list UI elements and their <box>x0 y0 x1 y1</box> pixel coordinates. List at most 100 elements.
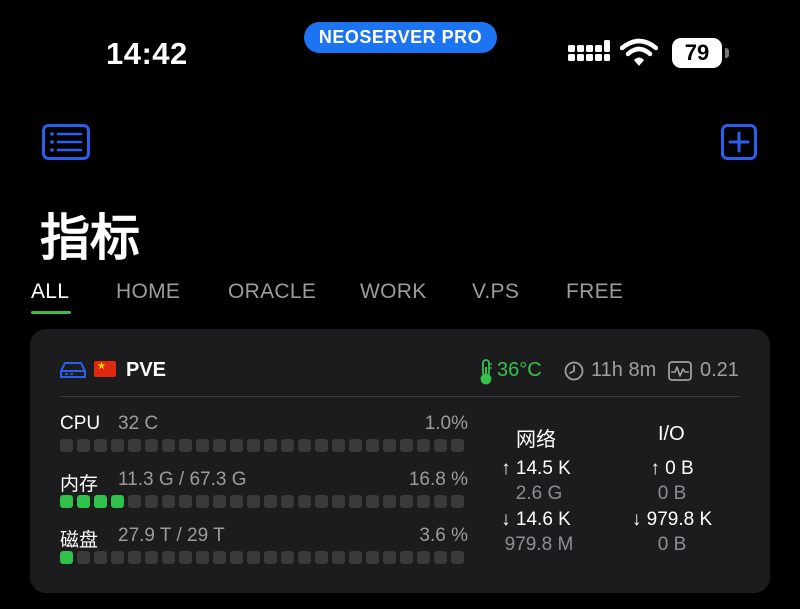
usage-segment <box>128 495 141 508</box>
io-write-rate: ↓ 979.8 K <box>631 509 713 530</box>
usage-segment <box>417 495 430 508</box>
usage-segment <box>94 495 107 508</box>
memory-percent: 16.8 % <box>408 469 468 490</box>
tab-free[interactable]: FREE <box>566 280 623 304</box>
tab-work[interactable]: WORK <box>360 280 427 304</box>
usage-segment <box>145 495 158 508</box>
usage-segment <box>383 439 396 452</box>
memory-usage: 11.3 G / 67.3 G <box>118 469 247 490</box>
usage-segment <box>162 439 175 452</box>
active-tab-indicator <box>31 311 71 314</box>
usage-segment <box>315 495 328 508</box>
usage-segment <box>298 439 311 452</box>
usage-segment <box>94 439 107 452</box>
disk-metric: 磁盘 27.9 T / 29 T 3.6 % <box>60 525 468 575</box>
usage-segment <box>451 551 464 564</box>
thermometer-icon <box>480 359 492 385</box>
usage-segment <box>145 551 158 564</box>
group-tabs: ALL HOME ORACLE WORK V.PS FREE <box>0 278 800 318</box>
usage-segment <box>77 439 90 452</box>
usage-segment <box>230 551 243 564</box>
usage-segment <box>247 551 260 564</box>
cpu-label: CPU <box>60 413 101 434</box>
usage-segment <box>366 551 379 564</box>
io-read-rate: ↑ 0 B <box>650 458 694 479</box>
disk-usage-bar <box>60 551 468 564</box>
list-icon[interactable] <box>42 124 90 160</box>
battery-level: 79 <box>672 38 722 68</box>
usage-segment <box>281 495 294 508</box>
memory-metric: 内存 11.3 G / 67.3 G 16.8 % <box>60 469 468 519</box>
tab-all[interactable]: ALL <box>31 280 69 304</box>
server-card[interactable]: ★ PVE 36°C 11h 8m 0.21 CPU 32 C 1.0% 内存 … <box>30 329 770 593</box>
tab-oracle[interactable]: ORACLE <box>228 280 316 304</box>
usage-segment <box>349 495 362 508</box>
clock-icon <box>564 361 584 381</box>
disk-usage: 27.9 T / 29 T <box>118 525 225 546</box>
usage-segment <box>332 551 345 564</box>
battery-tip <box>725 48 729 58</box>
page-title: 指标 <box>40 210 140 266</box>
usage-segment <box>111 439 124 452</box>
load-monitor-icon <box>668 361 692 381</box>
disk-percent: 3.6 % <box>419 525 468 546</box>
io-read-total: 0 B <box>657 483 687 504</box>
network-upload-rate: ↑ 14.5 K <box>501 458 571 479</box>
battery-indicator: 79 <box>672 38 730 68</box>
usage-segment <box>349 551 362 564</box>
usage-segment <box>383 551 396 564</box>
usage-segment <box>111 495 124 508</box>
cellular-signal-icon <box>568 40 610 61</box>
network-upload-total: 2.6 G <box>515 483 563 504</box>
usage-segment <box>111 551 124 564</box>
usage-segment <box>247 439 260 452</box>
usage-segment <box>213 495 226 508</box>
temperature-value: 36°C <box>497 359 542 381</box>
usage-segment <box>128 439 141 452</box>
usage-segment <box>417 551 430 564</box>
usage-segment <box>60 439 73 452</box>
usage-segment <box>179 495 192 508</box>
network-download-rate: ↓ 14.6 K <box>501 509 571 530</box>
usage-segment <box>247 495 260 508</box>
network-download-total: 979.8 M <box>504 534 574 555</box>
china-flag-icon: ★ <box>94 361 116 377</box>
usage-segment <box>281 551 294 564</box>
status-time: 14:42 <box>106 36 188 71</box>
usage-segment <box>196 551 209 564</box>
usage-segment <box>213 551 226 564</box>
cpu-cores: 32 C <box>118 413 159 434</box>
usage-segment <box>213 439 226 452</box>
usage-segment <box>383 495 396 508</box>
usage-segment <box>196 495 209 508</box>
usage-segment <box>94 551 107 564</box>
add-icon[interactable] <box>721 124 757 160</box>
usage-segment <box>298 495 311 508</box>
wifi-icon <box>620 38 658 66</box>
usage-segment <box>230 439 243 452</box>
usage-segment <box>434 439 447 452</box>
usage-segment <box>230 495 243 508</box>
cpu-percent: 1.0% <box>424 413 468 434</box>
usage-segment <box>281 439 294 452</box>
usage-segment <box>400 551 413 564</box>
tab-vps[interactable]: V.PS <box>472 280 519 304</box>
usage-segment <box>162 495 175 508</box>
usage-segment <box>451 495 464 508</box>
io-header: I/O <box>658 423 685 445</box>
usage-segment <box>451 439 464 452</box>
cpu-usage-bar <box>60 439 468 452</box>
usage-segment <box>400 495 413 508</box>
load-value: 0.21 <box>700 359 739 381</box>
tab-home[interactable]: HOME <box>116 280 180 304</box>
usage-segment <box>366 439 379 452</box>
network-header: 网络 <box>516 429 556 451</box>
usage-segment <box>77 551 90 564</box>
server-card-header: ★ PVE 36°C 11h 8m 0.21 <box>30 329 770 397</box>
io-write-total: 0 B <box>657 534 687 555</box>
usage-segment <box>366 495 379 508</box>
usage-segment <box>264 551 277 564</box>
usage-segment <box>60 551 73 564</box>
usage-segment <box>298 551 311 564</box>
usage-segment <box>332 495 345 508</box>
